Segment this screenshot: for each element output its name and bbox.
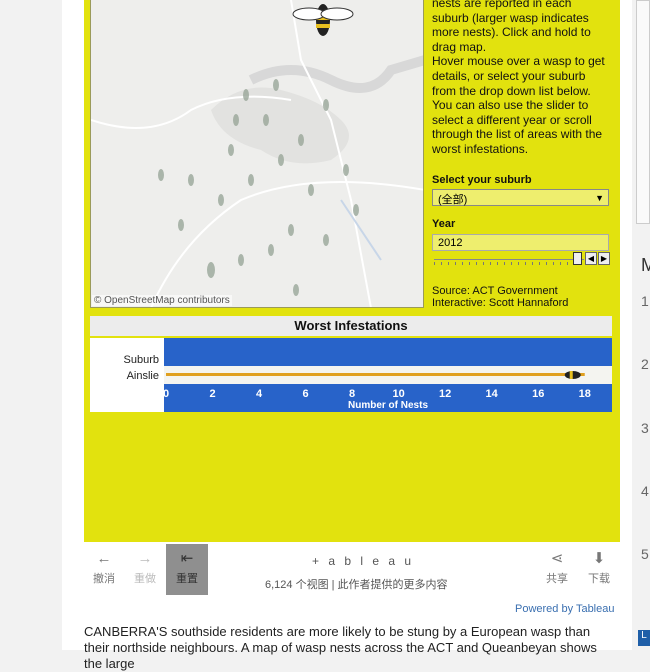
wasp-map[interactable]: © OpenStreetMap contributors: [90, 0, 424, 308]
share-icon: ⋖: [550, 550, 564, 567]
share-button[interactable]: ⋖ 共享: [537, 544, 577, 594]
info-line: through the list of areas with the: [432, 127, 603, 142]
reset-label: 重置: [176, 573, 198, 585]
slider-ticks: [434, 262, 584, 265]
x-tick-label: 6: [303, 388, 309, 400]
category-label: Ainslie: [127, 370, 159, 382]
sidebar-letter: M: [641, 255, 650, 275]
chevron-down-icon: ▼: [595, 193, 604, 203]
x-axis-title: Number of Nests: [348, 400, 428, 411]
x-tick-label: 12: [439, 388, 451, 400]
view-count[interactable]: 6,124 个视图 | 此作者提供的更多内容: [265, 576, 448, 592]
sidebar-number: 5: [641, 546, 649, 562]
slider-prev-button[interactable]: ◀: [585, 252, 597, 265]
x-tick-label: 14: [486, 388, 499, 400]
info-line: from the drop down list below.: [432, 83, 591, 98]
x-tick-label: 4: [256, 388, 263, 400]
arrow-right-icon: →: [137, 550, 153, 567]
interactive-credit: Interactive: Scott Hannaford: [432, 296, 569, 309]
year-slider[interactable]: ◀ ▶: [432, 252, 612, 266]
row-header-label: Suburb: [124, 354, 159, 366]
info-line: drag map.: [432, 39, 487, 54]
worst-infestations-chart[interactable]: Suburb Ainslie 0 2 4 6 8 10 12 14 16 18 Number of Ne…: [90, 338, 612, 412]
suburb-dropdown-value: (全部): [438, 194, 468, 206]
source-credits: Source: ACT Government Interactive: Scot…: [432, 285, 569, 309]
year-value-box[interactable]: 2012: [432, 234, 609, 251]
slider-next-button[interactable]: ▶: [598, 252, 610, 265]
reset-icon: ⇤: [180, 550, 194, 567]
suburb-dropdown[interactable]: (全部) ▼: [432, 189, 609, 206]
info-line: You can also use the slider to: [432, 98, 589, 113]
info-line: details, or select your suburb: [432, 68, 586, 83]
sidebar-number: 4: [641, 483, 649, 499]
x-tick-label: 16: [532, 388, 544, 400]
reset-button[interactable]: ⇤ 重置: [166, 544, 208, 595]
arrow-left-icon: ←: [96, 550, 112, 567]
x-tick-label: 2: [209, 388, 215, 400]
article-text: CANBERRA'S southside residents are more …: [84, 624, 597, 671]
x-tick-label: 8: [349, 388, 355, 400]
sidebar-number: 3: [641, 420, 649, 436]
powered-by-tableau-link[interactable]: Powered by Tableau: [515, 603, 614, 615]
share-label: 共享: [546, 573, 568, 585]
download-icon: ⬇: [592, 550, 606, 567]
chart-header-band: [164, 338, 612, 366]
wasp-icon: [564, 371, 581, 379]
right-scrollbar[interactable]: [636, 0, 650, 224]
info-line: worst infestations.: [432, 141, 529, 156]
x-tick-label: 0: [163, 388, 169, 400]
undo-label: 撤消: [93, 573, 115, 585]
info-line: more nests). Click and hold to: [432, 25, 591, 40]
map-credit: © OpenStreetMap contributors: [92, 295, 232, 306]
chart-svg: Suburb Ainslie 0 2 4 6 8 10 12 14 16 18 Number of Ne…: [90, 338, 612, 412]
x-tick-label: 10: [393, 388, 405, 400]
map-graphic: [91, 0, 423, 307]
sidebar-number: 1: [641, 293, 649, 309]
sidebar-number: 2: [641, 356, 649, 372]
download-button[interactable]: ⬇ 下载: [579, 544, 619, 594]
source-line: Source: ACT Government: [432, 285, 558, 297]
redo-button[interactable]: → 重做: [125, 544, 165, 594]
year-label: Year: [432, 218, 456, 230]
x-tick-label: 18: [579, 388, 591, 400]
tableau-logo[interactable]: + a b l e a u: [312, 554, 414, 568]
info-line: nests are reported in each: [432, 0, 572, 10]
info-line: select a different year or scroll: [432, 112, 592, 127]
bar: [166, 373, 585, 376]
download-label: 下载: [588, 573, 610, 585]
info-line: Hover mouse over a wasp to get: [432, 54, 605, 69]
instructions-text: nests are reported in each suburb (large…: [432, 0, 616, 157]
redo-label: 重做: [134, 573, 156, 585]
worst-infestations-title: Worst Infestations: [90, 316, 612, 336]
suburb-label: Select your suburb: [432, 174, 532, 186]
undo-button[interactable]: ← 撤消: [84, 544, 124, 594]
slider-thumb[interactable]: [573, 252, 582, 265]
sidebar-tag[interactable]: L: [638, 630, 650, 646]
wasp-icon-large: [292, 4, 354, 36]
slider-track: [434, 259, 584, 260]
info-line: suburb (larger wasp indicates: [432, 10, 589, 25]
